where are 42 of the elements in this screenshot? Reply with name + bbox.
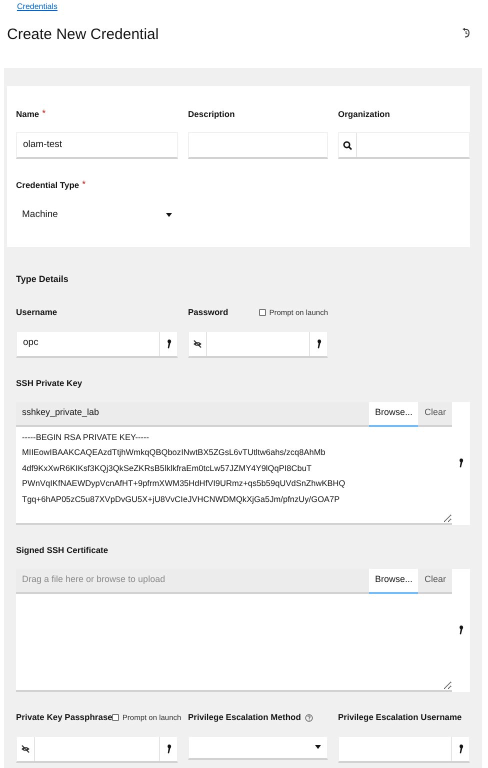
section-heading: Type Details bbox=[16, 273, 70, 286]
browse-button[interactable]: Browse... bbox=[368, 568, 418, 594]
text-field[interactable] bbox=[338, 736, 470, 762]
field-label: Signed SSH Certificate bbox=[16, 544, 108, 557]
field-label: Private Key Passphrase bbox=[16, 711, 112, 724]
eye-slash-icon bbox=[193, 340, 202, 348]
field-label: Description bbox=[188, 108, 235, 120]
field-label: Privilege Escalation Username bbox=[338, 711, 462, 724]
key-icon bbox=[458, 625, 464, 635]
password-field[interactable] bbox=[16, 736, 178, 762]
text-field[interactable]: opc bbox=[16, 330, 178, 358]
prompt-checkbox[interactable] bbox=[259, 309, 266, 316]
select-value: Machine bbox=[22, 208, 58, 222]
field-label: Password bbox=[188, 306, 228, 319]
eye-slash-icon bbox=[21, 744, 30, 752]
key-icon bbox=[166, 744, 172, 754]
required-mark: * bbox=[82, 178, 86, 192]
file-name-field[interactable]: sshkey_private_lab bbox=[16, 402, 369, 424]
required-mark: * bbox=[42, 107, 46, 120]
field-label: Credential Type bbox=[16, 178, 80, 192]
search-icon bbox=[343, 140, 352, 150]
history-icon[interactable] bbox=[462, 28, 470, 38]
browse-button[interactable]: Browse... bbox=[368, 402, 418, 426]
field-label: Organization bbox=[338, 108, 390, 120]
text-field[interactable]: olam-test bbox=[16, 132, 178, 159]
caret-icon bbox=[315, 745, 321, 749]
prompt-checkbox[interactable] bbox=[112, 714, 120, 721]
caret-icon bbox=[166, 213, 172, 217]
page-title: Create New Credential bbox=[7, 24, 159, 44]
breadcrumb-link[interactable]: Credentials bbox=[17, 3, 58, 11]
key-icon bbox=[316, 338, 322, 348]
key-icon bbox=[458, 458, 464, 468]
password-field[interactable] bbox=[188, 330, 328, 358]
lookup-field[interactable] bbox=[338, 132, 470, 159]
field-label: Username bbox=[16, 306, 58, 319]
text-area[interactable] bbox=[16, 594, 452, 692]
key-text-area[interactable]: -----BEGIN RSA PRIVATE KEY----- MIIEowIBAAKCAQEAzdTtjhWmkqQBQbozINwtBX5ZGsL6vTUtltw6ahs/zcq8AhMb 4df9KxXwR6KIKsf3KQj3QkSeZKRsB5lklkfraEm0tcLw57JZMY4Y9lQqPI8CbuT PWnVqIKfNAEWDypVcnAfHT+9pfrmXWM35HdHfVI9URmz+qs5b59qUVdSnZhwKBHQ Tgq+6hAP05zC5u87XVpDvGU5X+jU8VvCIeJVHCNWDMQkXjGa5Jm/pfnzUy/GOA7P bbox=[16, 426, 452, 524]
field-label: Name bbox=[16, 108, 40, 120]
field-label: Privilege Escalation Method bbox=[188, 711, 301, 724]
field-label: SSH Private Key bbox=[16, 377, 82, 390]
select-field[interactable] bbox=[188, 736, 328, 760]
text-field[interactable] bbox=[188, 132, 328, 159]
